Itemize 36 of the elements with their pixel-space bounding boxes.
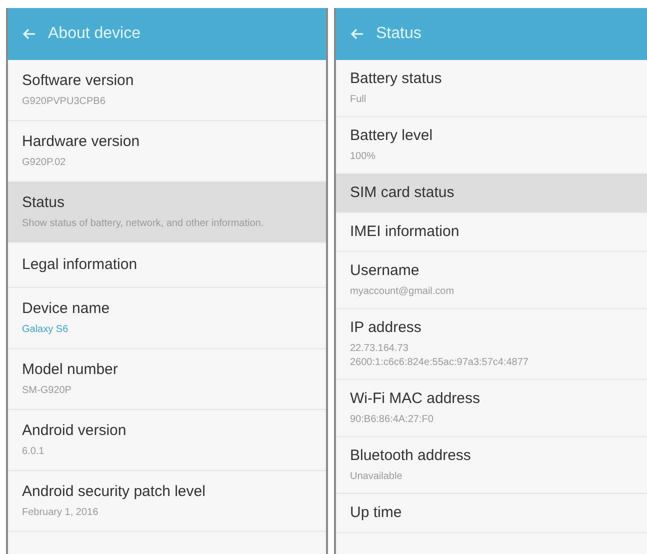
item-summary: G920P.02 <box>22 156 67 170</box>
item-summary: 90:B6:86:4A:27:F0 <box>350 413 434 427</box>
item-title: Android version <box>22 421 128 441</box>
settings-item[interactable]: SIM card status <box>336 174 647 213</box>
item-summary: G920PVPU3CPB6 <box>22 95 106 109</box>
item-title: IMEI information <box>350 222 460 242</box>
item-title: SIM card status <box>350 183 456 203</box>
item-summary: 22.73.164.73 2600:1:c6c6:824e:55ac:97a3:57c4:4877 <box>350 342 530 370</box>
item-title: Up time <box>350 503 403 523</box>
item-summary: SM-G920P <box>22 384 72 398</box>
item-title: Device name <box>22 299 111 319</box>
settings-item[interactable]: Status Show status of battery, network, and other information. <box>8 182 326 243</box>
item-summary: 6.0.1 <box>22 445 46 459</box>
item-title: Status <box>22 193 66 213</box>
screen-title: About device <box>48 24 141 44</box>
back-arrow-icon[interactable] <box>22 28 36 40</box>
item-title: Software version <box>22 71 135 91</box>
item-summary: 100% <box>350 150 377 164</box>
item-title: Battery status <box>350 69 443 89</box>
back-arrow-icon[interactable] <box>350 28 364 40</box>
item-title: Bluetooth address <box>350 446 472 466</box>
screen-title: Status <box>376 24 422 44</box>
item-title: Android security patch level <box>22 482 206 502</box>
item-title: Legal information <box>22 255 138 275</box>
item-title: IP address <box>350 318 422 338</box>
item-title: Wi-Fi MAC address <box>350 389 482 409</box>
item-title: Hardware version <box>22 132 141 152</box>
item-summary: Full <box>350 93 368 107</box>
item-summary: Unavailable <box>350 470 404 484</box>
item-summary: Show status of battery, network, and other information. <box>22 217 265 231</box>
item-summary: myaccount@gmail.com <box>350 285 456 299</box>
item-summary: February 1, 2016 <box>22 506 100 520</box>
item-title: Battery level <box>350 126 434 146</box>
item-summary: Galaxy S6 <box>22 323 70 337</box>
item-title: Username <box>350 261 420 281</box>
item-title: Model number <box>22 360 119 380</box>
